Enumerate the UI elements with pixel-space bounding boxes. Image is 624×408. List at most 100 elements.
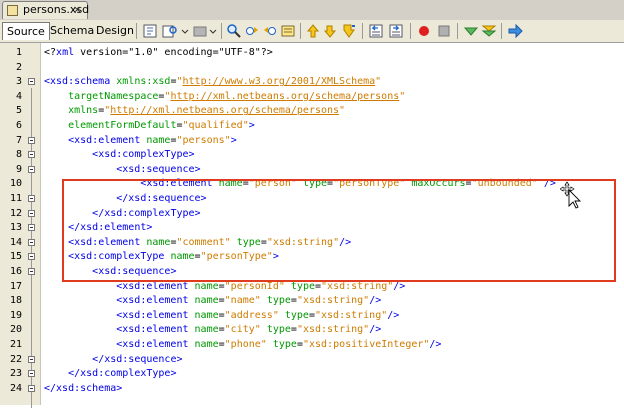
code-line[interactable]: 22 </xsd:sequence> — [0, 353, 624, 368]
code-line[interactable]: 7 <xsd:element name="persons"> — [0, 134, 624, 149]
line-number: 22 — [9, 353, 22, 365]
toggle-bookmark-icon[interactable] — [142, 23, 158, 39]
code-token: "xsd:string" — [321, 280, 394, 292]
shift-right-icon[interactable] — [388, 23, 404, 39]
fold-toggle-icon[interactable] — [28, 78, 35, 86]
next-bookmark-icon[interactable] — [323, 23, 339, 39]
code-token: "persons" — [176, 134, 231, 146]
code-text: <xsd:element name="address" type="xsd:st… — [44, 309, 399, 324]
code-text: xmlns="http://xml.netbeans.org/schema/pe… — [44, 104, 345, 119]
code-line[interactable]: 1 <?xml version="1.0" encoding="UTF-8"?> — [0, 46, 624, 61]
fold-toggle-icon[interactable] — [28, 370, 35, 378]
line-number: 15 — [9, 251, 22, 263]
fold-toggle-icon[interactable] — [28, 384, 35, 392]
close-icon[interactable]: × — [73, 2, 82, 18]
toolbar-separator — [136, 23, 137, 39]
tab-design[interactable]: Design — [92, 22, 138, 40]
line-number: 18 — [9, 295, 22, 307]
uncomment-icon[interactable] — [481, 23, 497, 39]
code-line[interactable]: 6 elementFormDefault="qualified"> — [0, 119, 624, 134]
code-token: <xsd:element — [116, 324, 189, 336]
line-number: 14 — [9, 236, 22, 248]
code-token: <? — [44, 47, 57, 58]
code-token: "xsd:string" — [296, 324, 370, 336]
file-tab-persons-xsd[interactable]: persons.xsd × — [2, 1, 89, 19]
code-line[interactable]: 9 <xsd:sequence> — [0, 163, 624, 178]
stop-macro-icon[interactable] — [436, 23, 452, 39]
code-text: </xsd:complexType> — [44, 367, 176, 382]
line-number: 1 — [15, 47, 22, 58]
tab-source[interactable]: Source — [2, 22, 50, 40]
code-line[interactable]: 19 <xsd:element name="address" type="xsd… — [0, 309, 624, 324]
fold-toggle-icon[interactable] — [28, 165, 35, 173]
code-line[interactable]: 4 targetNamespace="http://xml.netbeans.o… — [0, 90, 624, 105]
fold-toggle-icon[interactable] — [28, 224, 35, 232]
fold-toggle-icon[interactable] — [28, 136, 35, 144]
code-token: name — [194, 295, 219, 307]
find-selection-icon[interactable] — [162, 23, 178, 39]
code-token: <xsd:element — [116, 295, 189, 307]
code-line[interactable]: 23 </xsd:complexType> — [0, 367, 624, 382]
search-icon[interactable] — [226, 23, 242, 39]
toggle-highlight-icon[interactable] — [280, 23, 296, 39]
code-token: "address" — [224, 309, 279, 321]
code-token: name — [194, 339, 219, 350]
code-token: xmlns:xsd — [116, 76, 171, 88]
code-line[interactable]: 2 — [0, 61, 624, 76]
code-token: > — [248, 120, 255, 131]
chevron-down-icon[interactable] — [180, 23, 190, 39]
next-error-icon[interactable] — [341, 23, 357, 39]
fold-toggle-icon[interactable] — [28, 195, 35, 202]
previous-bookmark-icon[interactable] — [305, 23, 321, 39]
toolbar-separator — [457, 23, 458, 39]
code-token: "xsd:string" — [296, 295, 370, 307]
code-token: </xsd:complexType> — [68, 368, 177, 380]
fold-toggle-icon[interactable] — [28, 253, 35, 261]
fold-toggle-icon[interactable] — [28, 355, 35, 363]
code-token: <xsd:element — [68, 134, 141, 146]
code-line[interactable]: 20 <xsd:element name="city" type="xsd:st… — [0, 323, 624, 338]
code-token: " — [375, 76, 382, 88]
code-token: type — [272, 339, 297, 350]
code-token: xml — [56, 47, 75, 58]
code-line[interactable]: 5 xmlns="http://xml.netbeans.org/schema/… — [0, 104, 624, 119]
line-number: 5 — [15, 105, 22, 117]
run-arrow-icon[interactable] — [507, 23, 523, 39]
code-editor[interactable]: 1 <?xml version="1.0" encoding="UTF-8"?> 2… — [0, 43, 624, 408]
fold-toggle-icon[interactable] — [28, 238, 35, 246]
code-text: <xsd:element name="city" type="xsd:strin… — [44, 323, 381, 338]
line-number: 12 — [9, 207, 22, 219]
shift-left-icon[interactable] — [368, 23, 384, 39]
code-token: /> — [393, 280, 406, 292]
start-macro-icon[interactable] — [416, 23, 432, 39]
previous-occurrence-icon[interactable] — [244, 23, 260, 39]
chevron-down-icon[interactable] — [208, 23, 218, 39]
code-token: /> — [369, 324, 382, 336]
fold-toggle-icon[interactable] — [28, 151, 35, 159]
code-token: "qualified" — [182, 120, 249, 131]
code-text: <xsd:element name="name" type="xsd:strin… — [44, 294, 381, 309]
comment-icon[interactable] — [463, 23, 479, 39]
toolbar-separator — [221, 23, 222, 39]
code-text: elementFormDefault="qualified"> — [44, 119, 255, 134]
validate-icon[interactable] — [192, 23, 208, 39]
code-token: "name" — [224, 295, 261, 307]
toolbar-separator — [410, 23, 411, 39]
tab-schema[interactable]: Schema — [46, 22, 98, 40]
code-line[interactable]: 18 <xsd:element name="name" type="xsd:st… — [0, 294, 624, 309]
fold-toggle-icon[interactable] — [28, 268, 35, 275]
line-number: 13 — [9, 222, 22, 234]
next-occurrence-icon[interactable] — [262, 23, 278, 39]
code-line[interactable]: 24 </xsd:schema> — [0, 382, 624, 397]
fold-toggle-icon[interactable] — [28, 209, 35, 217]
code-line[interactable]: 3 <xsd:schema xmlns:xsd="http://www.w3.or… — [0, 75, 624, 90]
code-line[interactable]: 8 <xsd:complexType> — [0, 148, 624, 163]
code-token: <xsd:sequence> — [116, 163, 201, 175]
code-line[interactable]: 21 <xsd:element name="phone" type="xsd:p… — [0, 338, 624, 353]
